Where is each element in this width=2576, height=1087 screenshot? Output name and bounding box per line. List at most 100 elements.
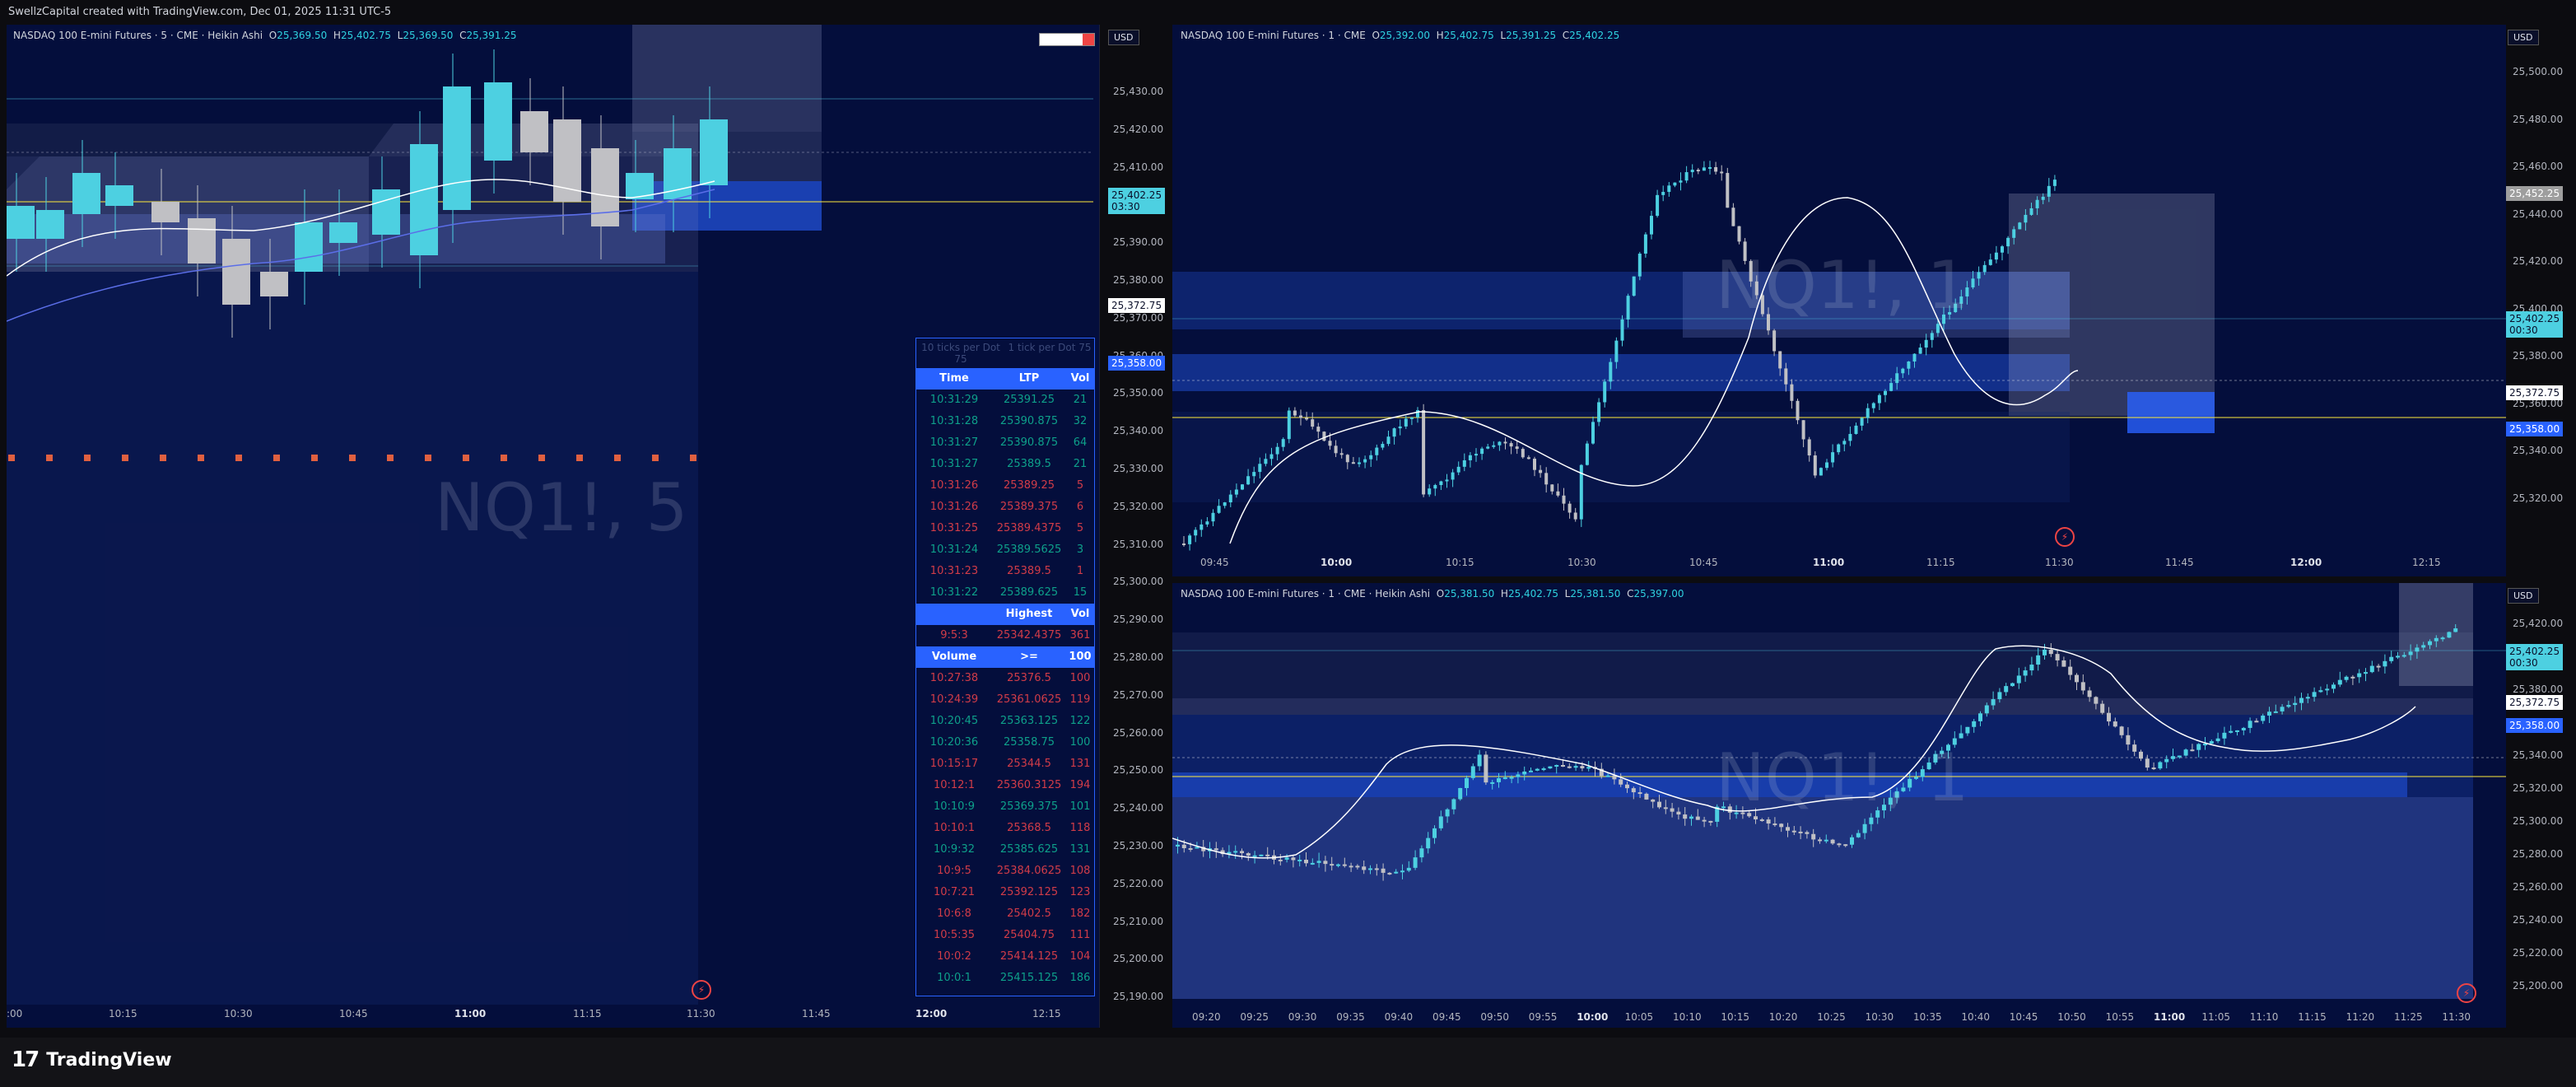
candle-body	[1631, 788, 1636, 793]
candle-body	[2018, 222, 2022, 230]
candle-body	[1702, 167, 1706, 171]
col-volume: Volume	[931, 651, 977, 663]
price-tick: 25,410.00	[1113, 161, 1164, 173]
time-tick: 09:45	[1200, 557, 1229, 568]
candle-body	[2337, 679, 2342, 685]
tradingview-logo[interactable]: 17 TradingView	[12, 1047, 172, 1072]
currency-button[interactable]: USD	[1108, 30, 1139, 45]
cell-ltp: 25391.25	[1003, 394, 1055, 406]
time-and-sales-table: 10 ticks per Dot 75 1 tick per Dot 75 Ti…	[915, 338, 1095, 996]
candle-body	[1474, 454, 1478, 456]
price-tag-value: 25,402.25	[1111, 189, 1162, 201]
cell-vol: 122	[1069, 715, 1091, 727]
candle-body	[1328, 441, 1332, 446]
symbol-name: NASDAQ 100 E-mini Futures · 1 · CME	[1181, 30, 1366, 41]
candle-body	[1644, 793, 1649, 800]
time-tick: 10:35	[1913, 1011, 1942, 1023]
candle-body	[1246, 476, 1251, 485]
cell-vol: 21	[1073, 458, 1088, 470]
candle-body	[1930, 333, 1934, 340]
cell-time: 10:20:36	[929, 736, 979, 749]
table-row: 10:6:8 25402.5 182	[916, 903, 1094, 925]
chart-pane-top-right[interactable]: NASDAQ 100 E-mini Futures · 1 · CME O25,…	[1172, 25, 2506, 576]
price-tick: 25,200.00	[1113, 953, 1164, 965]
candle-body	[1451, 799, 1456, 809]
candle-body	[1299, 415, 1302, 418]
candle-body	[2440, 637, 2445, 640]
candle-body	[1342, 864, 1347, 866]
candle-body	[2235, 730, 2239, 732]
cell-ltp: 25389.5	[1007, 565, 1051, 577]
price-tick: 25,260.00	[1113, 726, 1164, 739]
price-tick: 25,190.00	[1113, 991, 1164, 1003]
cell-ltp: 25415.125	[999, 972, 1059, 984]
time-tick: 10:40	[1961, 1011, 1990, 1023]
cell-vol: 186	[1069, 972, 1091, 984]
price-tick: 25,420.00	[2513, 255, 2564, 267]
price-tag: 25,402.25 00:30	[2506, 311, 2564, 338]
cell-vol: 1	[1076, 565, 1084, 577]
zone	[1172, 412, 2070, 502]
time-tick: 09:35	[1336, 1011, 1365, 1023]
price-tick: 25,320.00	[2513, 782, 2564, 794]
candle-body	[295, 222, 323, 272]
candle-body	[1614, 340, 1619, 362]
col-vol: Vol	[1070, 372, 1090, 385]
candle-body	[1387, 872, 1392, 875]
chart-pane-bottom-right[interactable]: NASDAQ 100 E-mini Futures · 1 · CME · He…	[1172, 583, 2506, 1028]
cell-time: 10:31:26	[929, 479, 979, 492]
candle-body	[2383, 660, 2387, 667]
signal-dot	[235, 455, 242, 461]
lightning-icon[interactable]: ⚡	[692, 980, 711, 1000]
candle-body	[1779, 823, 1784, 828]
candle-body	[1522, 771, 1527, 775]
candle-body	[1825, 462, 1828, 469]
cell-vol: 5	[1076, 479, 1084, 492]
candle-body	[2428, 641, 2432, 646]
candle-body	[1375, 447, 1379, 455]
countdown: 03:30	[1111, 201, 1140, 212]
table-row: 10:7:21 25392.125 123	[916, 882, 1094, 903]
lightning-icon[interactable]: ⚡	[2457, 983, 2476, 1003]
candle-body	[2041, 196, 2045, 200]
cell-time: 10:31:27	[929, 458, 979, 470]
time-tick: 11:45	[2165, 557, 2194, 568]
price-tag: 25,358.00	[2506, 718, 2564, 733]
cell-ltp: 25390.875	[999, 436, 1059, 449]
time-tick: 11:30	[2045, 557, 2074, 568]
candle-body	[1293, 410, 1297, 416]
candle-body	[1972, 721, 1977, 727]
candle-body	[1392, 428, 1396, 437]
candle-body	[1233, 851, 1238, 853]
candle-body	[1381, 444, 1385, 448]
time-tick: :00	[7, 1008, 23, 1019]
cell-vol: 15	[1073, 586, 1088, 599]
col-time: Time	[939, 372, 969, 385]
price-tick: 25,200.00	[2513, 980, 2564, 991]
price-tick: 25,230.00	[1113, 840, 1164, 851]
currency-button[interactable]: USD	[2508, 30, 2539, 45]
cell-ltp: 25344.5	[1007, 758, 1051, 770]
h-label: H	[1500, 588, 1508, 599]
cell-time: 10:31:28	[929, 415, 979, 427]
candle-body	[1278, 859, 1283, 861]
candle-body	[1726, 173, 1730, 208]
lightning-icon[interactable]: ⚡	[2055, 527, 2075, 547]
time-tick: 10:00	[1577, 1011, 1609, 1023]
candle-body	[2293, 702, 2298, 706]
candle-body	[1291, 857, 1296, 861]
time-tick: 09:50	[1480, 1011, 1509, 1023]
candle-body	[1619, 779, 1623, 785]
price-tick: 25,380.00	[1113, 274, 1164, 286]
cell-vol: 32	[1073, 415, 1088, 427]
time-tick: 11:00	[2154, 1011, 2186, 1023]
currency-button[interactable]: USD	[2508, 588, 2539, 604]
time-tick: 10:30	[224, 1008, 253, 1019]
table-row: 10:27:38 25376.5 100	[916, 668, 1094, 689]
candle-body	[1901, 368, 1905, 374]
candle-body	[1573, 512, 1577, 520]
zone	[632, 25, 822, 132]
cell-vol: 6	[1076, 501, 1084, 513]
price-tick: 25,270.00	[1113, 688, 1164, 701]
price-tick: 25,430.00	[1113, 86, 1164, 97]
